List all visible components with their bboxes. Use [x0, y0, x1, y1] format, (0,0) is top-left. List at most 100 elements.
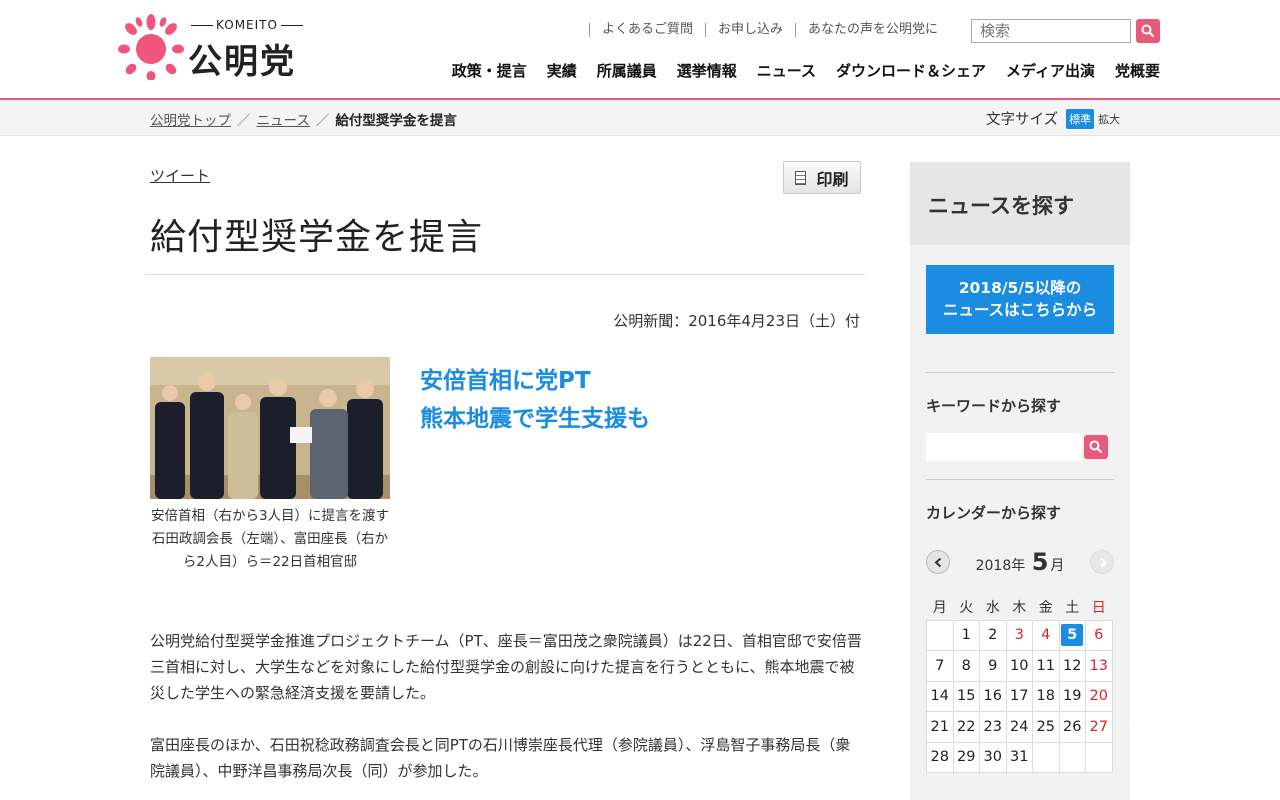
title-divider: [145, 274, 865, 275]
calendar-day-number: 25: [1036, 718, 1055, 735]
calendar-day[interactable]: 29: [952, 741, 980, 773]
banner-line-1: 2018/5/5以降の: [958, 279, 1082, 297]
calendar-day[interactable]: 31: [1005, 741, 1033, 773]
calendar-day-number: 28: [930, 749, 949, 766]
nav-members[interactable]: 所属議員: [597, 60, 657, 81]
search-icon: [1141, 24, 1155, 38]
calendar-day[interactable]: 1: [952, 619, 980, 651]
calendar-day[interactable]: 18: [1032, 680, 1060, 712]
breadcrumb-separator: ／: [315, 113, 330, 129]
article-headline: 安倍首相に党PT 熊本地震で学生支援も: [420, 362, 650, 438]
nav-elections[interactable]: 選挙情報: [677, 60, 737, 81]
calendar-day[interactable]: 3: [1005, 619, 1033, 651]
util-link-voice[interactable]: あなたの声を公明党に: [794, 23, 950, 37]
calendar-search-label: カレンダーから探す: [926, 504, 1062, 522]
util-link-faq[interactable]: よくあるご質問: [588, 23, 705, 37]
calendar-day-number: 31: [1010, 749, 1029, 766]
calendar-day[interactable]: 2: [979, 619, 1007, 651]
calendar-day[interactable]: 6: [1085, 619, 1113, 651]
calendar-day-number: 5: [1061, 624, 1084, 647]
breadcrumb: 公明党トップ ／ ニュース ／ 給付型奨学金を提言: [150, 109, 457, 129]
tweet-link[interactable]: ツイート: [150, 165, 210, 186]
site-header: KOMEITO 公明党 よくあるご質問 お申し込み あなたの声を公明党に 政策・…: [0, 0, 1280, 100]
util-link-apply[interactable]: お申し込み: [704, 23, 795, 37]
breadcrumb-separator: ／: [237, 113, 251, 129]
calendar-day[interactable]: 22: [952, 711, 980, 743]
calendar-day[interactable]: 10: [1005, 650, 1033, 682]
calendar-day[interactable]: 24: [1005, 711, 1033, 743]
calendar-day-number: 10: [1010, 657, 1029, 674]
calendar-day[interactable]: 11: [1032, 650, 1060, 682]
publication-date: 公明新聞：2016年4月23日（土）付: [613, 312, 860, 330]
calendar-day-number: 17: [1010, 688, 1029, 705]
calendar-day[interactable]: 15: [952, 680, 980, 712]
nav-download-share[interactable]: ダウンロード＆シェア: [836, 60, 986, 81]
keyword-search-button[interactable]: [1084, 435, 1108, 459]
font-size-standard-button[interactable]: 標準: [1066, 108, 1095, 129]
calendar-day[interactable]: 7: [926, 650, 954, 682]
breadcrumb-news[interactable]: ニュース: [257, 109, 310, 129]
calendar-day-number: 23: [983, 718, 1002, 735]
article-body: 公明党給付型奨学金推進プロジェクトチーム（PT、座長＝富田茂之衆院議員）は22日…: [150, 628, 862, 800]
breadcrumb-current: 給付型奨学金を提言: [335, 113, 457, 129]
news-archive-banner[interactable]: 2018/5/5以降の ニュースはこちらから: [926, 265, 1114, 334]
calendar-day-number: 7: [935, 657, 945, 674]
calendar-day[interactable]: 5: [1058, 619, 1086, 651]
chevron-left-icon: [934, 557, 942, 568]
calendar-day[interactable]: 19: [1058, 680, 1086, 712]
calendar-day[interactable]: 28: [926, 741, 954, 773]
calendar-day-number: 20: [1089, 688, 1108, 705]
calendar-day[interactable]: 23: [979, 711, 1007, 743]
breadcrumb-top[interactable]: 公明党トップ: [150, 109, 231, 129]
font-size-large-button[interactable]: 拡大: [1098, 111, 1120, 127]
calendar-day-number: 19: [1063, 688, 1082, 705]
calendar-day[interactable]: 8: [952, 650, 980, 682]
calendar-prev-button[interactable]: [926, 550, 950, 574]
nav-news[interactable]: ニュース: [757, 60, 816, 81]
calendar-day[interactable]: 13: [1085, 650, 1113, 682]
calendar-day[interactable]: 4: [1032, 619, 1060, 651]
calendar-week: 28 29 30 31: [926, 741, 1113, 773]
keyword-search-input[interactable]: [926, 433, 1082, 461]
calendar-empty-cell: [926, 619, 954, 651]
nav-achievements[interactable]: 実績: [547, 60, 577, 81]
calendar-day[interactable]: 12: [1058, 650, 1086, 682]
sun-logo-icon: [118, 14, 184, 80]
calendar-day[interactable]: 20: [1085, 680, 1113, 712]
calendar-day-number: 24: [1010, 718, 1029, 735]
nav-policy[interactable]: 政策・提言: [452, 60, 527, 81]
calendar-day[interactable]: 30: [979, 741, 1007, 773]
calendar-day[interactable]: 25: [1032, 711, 1060, 743]
breadcrumb-bar: 公明党トップ ／ ニュース ／ 給付型奨学金を提言 文字サイズ 標準 拡大: [0, 100, 1280, 136]
calendar-day[interactable]: 17: [1005, 680, 1033, 712]
calendar-day-number: 15: [957, 688, 976, 705]
article-photo: [150, 357, 390, 499]
search-button[interactable]: [1136, 19, 1160, 43]
calendar-day-number: 1: [961, 627, 971, 644]
calendar-day[interactable]: 14: [926, 680, 954, 712]
calendar-day[interactable]: 16: [979, 680, 1007, 712]
calendar-day-number: 2: [988, 627, 998, 644]
nav-media[interactable]: メディア出演: [1006, 60, 1095, 81]
calendar-month-suffix: 月: [1050, 558, 1065, 574]
calendar-day[interactable]: 9: [979, 650, 1007, 682]
calendar-next-button[interactable]: [1090, 550, 1114, 574]
calendar-day[interactable]: 27: [1085, 711, 1113, 743]
calendar-week: 14 15 16 17 18 19 20: [926, 680, 1113, 712]
calendar-day-number: 12: [1063, 657, 1082, 674]
calendar-day-number: 27: [1089, 718, 1108, 735]
banner-line-2: ニュースはこちらから: [942, 301, 1098, 319]
calendar-weekday: 日: [1091, 599, 1106, 616]
print-button[interactable]: 印刷: [783, 161, 861, 194]
search-input[interactable]: [971, 19, 1131, 43]
calendar-day-number: 9: [988, 657, 998, 674]
calendar-weekday: 金: [1038, 599, 1053, 616]
sidebar-heading: ニュースを探す: [910, 162, 1130, 245]
calendar-day[interactable]: 21: [926, 711, 954, 743]
calendar-day[interactable]: 26: [1058, 711, 1086, 743]
nav-about[interactable]: 党概要: [1115, 60, 1160, 81]
komeito-logo[interactable]: KOMEITO 公明党: [118, 14, 318, 84]
calendar-week: 21 22 23 24 25 26 27: [926, 711, 1113, 743]
logo-party-name: 公明党: [188, 42, 296, 82]
document-icon: [795, 170, 807, 185]
